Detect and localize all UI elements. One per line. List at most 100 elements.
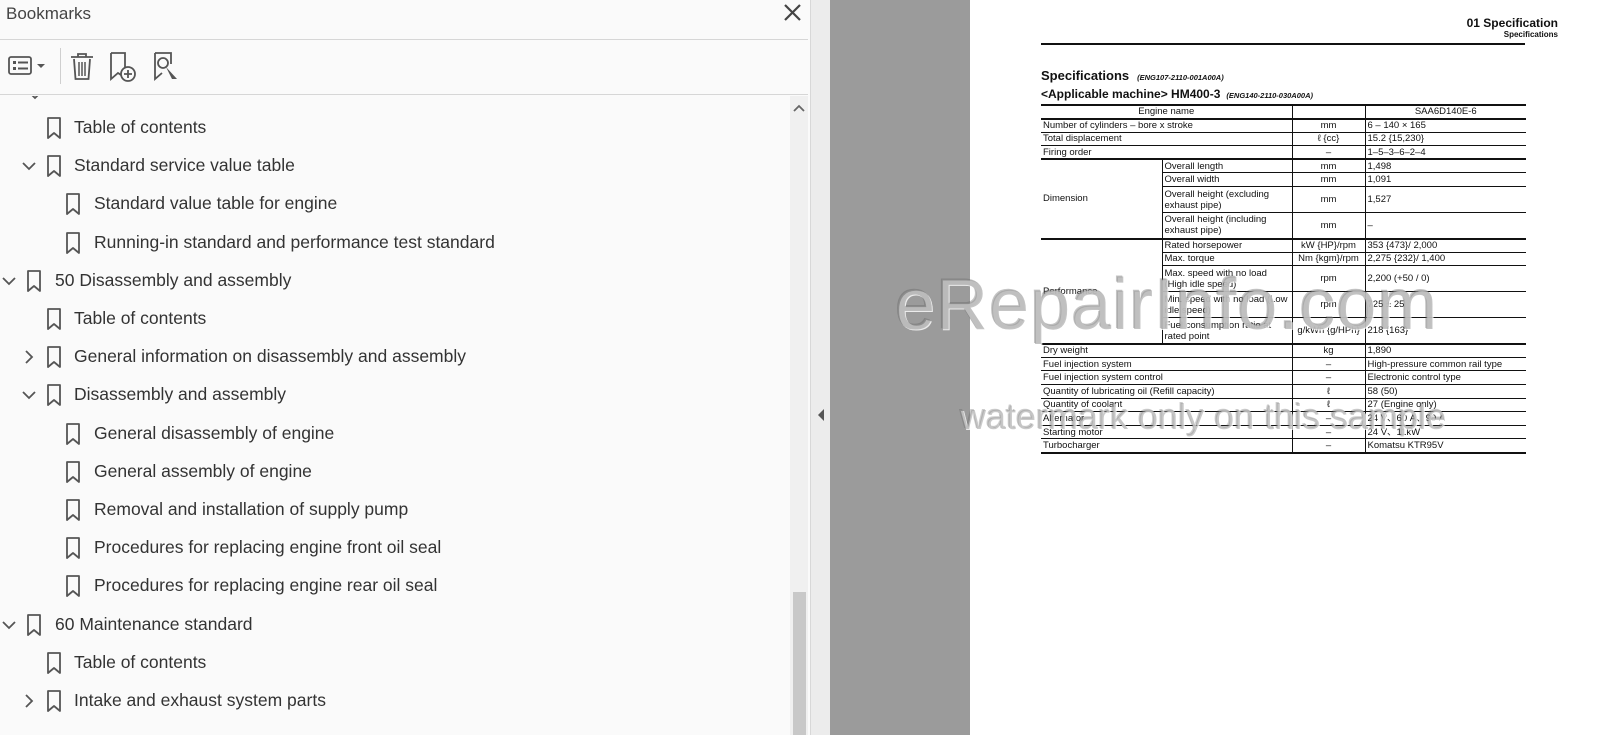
bookmark-item[interactable]: Running-in standard and performance test… xyxy=(0,225,790,261)
chevron-down-icon[interactable] xyxy=(20,157,38,175)
table-row: Total displacement ℓ {cc} 15.2 {15,230} xyxy=(1041,132,1526,147)
bookmarks-toolbar xyxy=(0,42,808,94)
bookmark-item[interactable]: Procedures for replacing engine front oi… xyxy=(0,530,790,566)
find-bookmark-button[interactable] xyxy=(150,48,184,84)
scrollbar-thumb[interactable] xyxy=(793,592,806,735)
bookmark-label: 50 Disassembly and assembly xyxy=(55,269,292,290)
bookmark-item[interactable]: Table of contents xyxy=(0,301,790,337)
table-row: Fuel injection system control – Electronic… xyxy=(1041,370,1526,386)
unit-cell: kW {HP}/rpm xyxy=(1291,238,1365,253)
table-row: Performance Rated horsepower kW {HP}/rpm 35… xyxy=(1041,238,1526,345)
trash-icon xyxy=(71,53,93,80)
bookmark-icon xyxy=(65,460,81,483)
delete-bookmark-button[interactable] xyxy=(66,48,98,84)
bookmark-item[interactable]: Procedures for replacing engine rear oil… xyxy=(0,568,790,604)
unit-cell: mm xyxy=(1291,186,1365,214)
chevron-down-icon[interactable] xyxy=(0,272,18,290)
header-engine-model: SAA6D140E-6 xyxy=(1364,104,1526,120)
bookmark-item[interactable]: General assembly of engine xyxy=(0,454,790,490)
table-row: Number of cylinders – bore x stroke mm 6 –… xyxy=(1041,118,1526,133)
bookmark-item[interactable]: 60 Maintenance standard xyxy=(0,607,790,643)
bookmark-item[interactable]: General information on disassembly and a… xyxy=(0,339,790,375)
section-title-text: Specifications xyxy=(1041,68,1130,83)
bookmark-label: General information on disassembly and a… xyxy=(74,346,466,367)
new-bookmark-button[interactable] xyxy=(106,48,140,84)
table-row: Firing order –1–5–3–6–2–4 xyxy=(1041,145,1526,161)
bookmark-icon xyxy=(46,384,62,407)
unit-cell: mm xyxy=(1291,118,1365,133)
chevron-down-icon[interactable] xyxy=(0,616,18,634)
chevron-down-icon[interactable] xyxy=(20,386,38,404)
bookmark-icon xyxy=(46,690,62,712)
bookmark-tree: Table of contents Standard service value … xyxy=(0,96,790,735)
watermark-sub: watermark only on this sample xyxy=(960,396,1447,437)
bookmark-item[interactable]: General disassembly of engine xyxy=(0,416,790,452)
bookmark-icon xyxy=(65,575,81,598)
bookmark-label: Procedures for replacing engine front oi… xyxy=(94,537,442,558)
bookmark-icon xyxy=(65,231,81,254)
item-cell: Firing order xyxy=(1041,145,1292,161)
bookmark-icon xyxy=(65,193,81,216)
value-cell: Komatsu KTR95V xyxy=(1364,438,1526,454)
bookmark-item[interactable]: Standard value table for engine xyxy=(0,186,790,222)
chevron-right-icon[interactable] xyxy=(20,692,38,710)
page-header-rule xyxy=(1041,43,1525,45)
header-unit-blank xyxy=(1291,104,1365,120)
bookmark-item[interactable]: Intake and exhaust system parts xyxy=(0,683,790,719)
item-cell: Fuel injection system control xyxy=(1041,370,1292,386)
bookmark-item[interactable]: Table of contents xyxy=(0,645,790,681)
bookmark-label: Table of contents xyxy=(74,117,207,137)
bookmark-icon xyxy=(46,155,62,178)
value-cell: 15.2 {15,230} xyxy=(1364,132,1526,147)
chevron-right-icon[interactable] xyxy=(20,348,38,366)
bookmark-label: General assembly of engine xyxy=(94,460,312,481)
collapse-panel-icon[interactable] xyxy=(816,408,826,422)
list-options-icon xyxy=(8,56,45,75)
value-cell: 1,527 xyxy=(1364,186,1526,214)
item-cell: Total displacement xyxy=(1041,132,1292,147)
unit-cell: – xyxy=(1291,145,1365,161)
scrollbar[interactable] xyxy=(790,96,808,735)
panel-title: Bookmarks xyxy=(6,4,92,23)
page-header-title: 01 Specification xyxy=(1466,16,1558,30)
bookmark-item[interactable]: 50 Disassembly and assembly xyxy=(0,263,790,299)
panel-splitter[interactable] xyxy=(810,0,830,735)
value-cell: High-pressure common rail type xyxy=(1364,357,1526,372)
bookmark-icon xyxy=(46,651,62,674)
table-header-row: Engine name SAA6D140E-6 xyxy=(1041,104,1526,120)
bookmark-item[interactable]: Removal and installation of supply pump xyxy=(0,492,790,528)
close-icon[interactable] xyxy=(780,1,804,25)
watermark-main: eRepairInfo.com xyxy=(895,265,1439,345)
bookmark-item[interactable]: Disassembly and assembly xyxy=(0,377,790,413)
section-title: Specifications (ENG107-2110-001A00A) xyxy=(1041,68,1224,83)
bookmark-label: Standard service value table xyxy=(74,155,295,176)
options-menu-button[interactable] xyxy=(6,48,50,84)
value-cell: 1–5–3–6–2–4 xyxy=(1364,145,1526,161)
bookmark-icon xyxy=(46,117,62,139)
item-cell: Overall height (including exhaust pipe) xyxy=(1161,212,1292,240)
expander-chevron-icon[interactable] xyxy=(28,96,42,108)
bookmark-label: Running-in standard and performance test… xyxy=(94,231,495,252)
unit-cell: – xyxy=(1291,370,1365,386)
value-cell: Electronic control type xyxy=(1364,370,1526,386)
scroll-up-arrow-icon[interactable] xyxy=(790,100,808,118)
bookmark-icon xyxy=(65,537,81,560)
unit-cell: mm xyxy=(1291,172,1365,188)
value-cell: 353 {473}/ 2,000 xyxy=(1364,238,1526,253)
bookmark-add-icon xyxy=(110,52,136,82)
bookmark-label: General disassembly of engine xyxy=(94,422,335,443)
table-row: Fuel injection system – High-pressure comm… xyxy=(1041,357,1526,372)
item-cell: Turbocharger xyxy=(1041,438,1292,454)
table-row: Dimension Overall length mm 1,498 xyxy=(1041,159,1526,240)
bookmark-label: Table of contents xyxy=(74,308,207,328)
bookmark-item[interactable]: Table of contents xyxy=(0,110,790,146)
item-cell: Rated horsepower xyxy=(1161,238,1292,253)
bookmark-icon xyxy=(65,422,81,445)
table-row: Turbocharger – Komatsu KTR95V xyxy=(1041,438,1526,454)
applicable-machine: <Applicable machine> HM400-3 (ENG140-2110… xyxy=(1041,87,1313,101)
section-code: (ENG107-2110-001A00A) xyxy=(1137,73,1224,82)
value-cell: – xyxy=(1364,212,1526,240)
bookmark-icon xyxy=(46,308,62,330)
value-cell: 6 – 140 × 165 xyxy=(1364,118,1526,133)
bookmark-item[interactable]: Standard service value table xyxy=(0,148,790,184)
